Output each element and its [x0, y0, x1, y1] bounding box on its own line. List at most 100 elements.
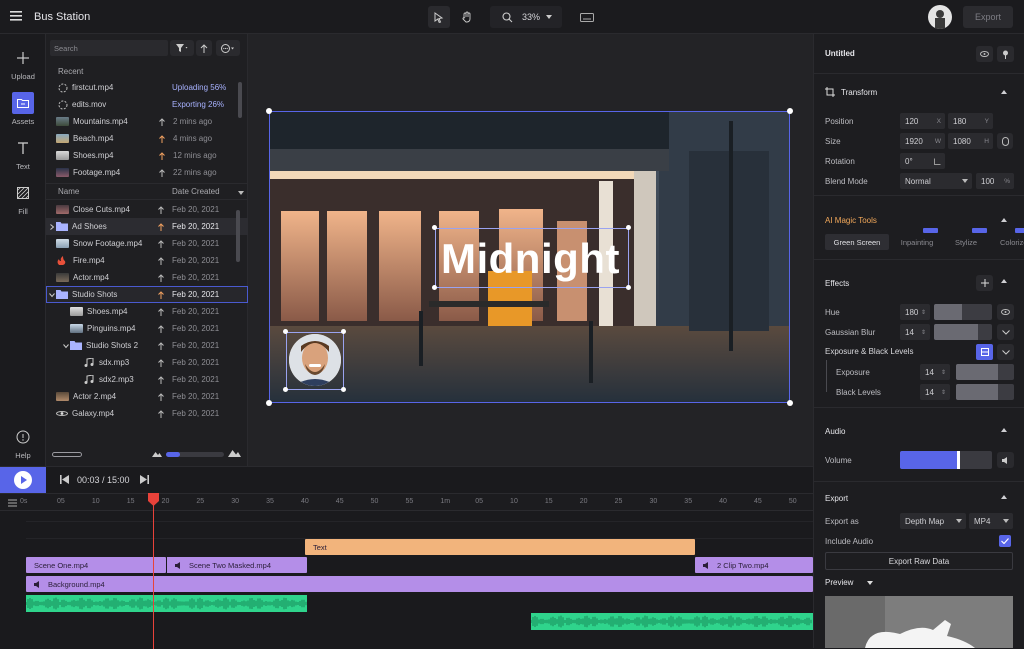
export-button[interactable]: Export [963, 6, 1013, 28]
rail-help[interactable]: Help [0, 426, 46, 460]
list-item[interactable]: Footage.mp4 22 mins ago [46, 164, 248, 181]
add-effect-button[interactable] [976, 275, 993, 291]
collapse-icon[interactable] [1001, 279, 1007, 283]
list-item[interactable]: firstcut.mp4 Uploading 56% [46, 79, 248, 96]
video-clip-scene-one[interactable]: Scene One.mp4 [26, 557, 166, 573]
resize-handle[interactable] [787, 400, 793, 406]
volume-handle[interactable] [956, 451, 960, 469]
file-row[interactable]: sdx2.mp3 Feb 20, 2021 [46, 371, 248, 388]
rotation-field[interactable]: 0° [900, 153, 945, 169]
zoom-control[interactable]: 33% [490, 6, 562, 28]
audio-waveform-clip[interactable] [531, 613, 813, 630]
blur-slider[interactable] [934, 324, 992, 340]
file-row[interactable]: Galaxy.mp4 Feb 20, 2021 [46, 405, 248, 422]
exposure-field[interactable]: 14 ⇕ [920, 364, 950, 380]
hand-tool-button[interactable] [456, 6, 478, 28]
rail-assets[interactable]: Assets [0, 92, 46, 126]
black-levels-slider[interactable] [956, 384, 1014, 400]
resize-handle[interactable] [266, 400, 272, 406]
exposure-toggle-button[interactable] [976, 344, 993, 360]
black-levels-field[interactable]: 14 ⇕ [920, 384, 950, 400]
ai-tool-colorize[interactable]: Colorize [994, 234, 1024, 250]
resize-handle[interactable] [283, 329, 288, 334]
lock-ratio-button[interactable] [997, 133, 1013, 149]
hue-visibility-button[interactable] [997, 304, 1014, 320]
file-row[interactable]: sdx.mp3 Feb 20, 2021 [46, 354, 248, 371]
size-w-field[interactable]: 1920 W [900, 133, 945, 149]
scrollbar[interactable] [236, 210, 240, 262]
keyboard-button[interactable] [575, 6, 599, 28]
hue-slider[interactable] [934, 304, 992, 320]
blur-field[interactable]: 14 ⇕ [900, 324, 930, 340]
include-audio-checkbox[interactable] [999, 535, 1011, 547]
col-date-header[interactable]: Date Created [172, 187, 220, 196]
collapse-icon[interactable] [1001, 428, 1007, 432]
more-options-button[interactable] [216, 40, 240, 56]
ai-tool-green-screen[interactable]: Green Screen [825, 234, 889, 250]
rail-upload[interactable]: Upload [0, 47, 46, 81]
resize-handle[interactable] [432, 285, 437, 290]
list-item[interactable]: Mountains.mp4 2 mins ago [46, 113, 248, 130]
search-input[interactable]: Search [50, 40, 168, 56]
collapse-icon[interactable] [1001, 90, 1007, 94]
resize-handle[interactable] [266, 108, 272, 114]
text-clip[interactable]: Text [305, 539, 695, 555]
visibility-button[interactable] [976, 46, 993, 62]
list-item[interactable]: Beach.mp4 4 mins ago [46, 130, 248, 147]
rail-text[interactable]: Text [0, 137, 46, 171]
settings-sliders-icon[interactable] [8, 499, 17, 507]
file-row[interactable]: Studio Shots Feb 20, 2021 [46, 286, 248, 303]
sort-button[interactable] [196, 40, 212, 56]
playhead-handle[interactable] [148, 493, 159, 506]
audio-waveform-clip[interactable] [26, 595, 307, 612]
blur-expand-button[interactable] [997, 324, 1014, 340]
chevron-down-icon[interactable] [49, 292, 55, 298]
ai-tool-inpainting[interactable]: Inpainting [894, 234, 940, 250]
skip-back-icon[interactable] [60, 475, 69, 484]
ai-tool-stylize[interactable]: Stylize [946, 234, 986, 250]
collapse-icon[interactable] [1001, 218, 1007, 222]
exposure-expand-button[interactable] [997, 344, 1014, 360]
resize-handle[interactable] [341, 387, 346, 392]
volume-slider[interactable] [900, 451, 992, 469]
list-item[interactable]: edits.mov Exporting 26% [46, 96, 248, 113]
small-image-icon[interactable] [152, 449, 162, 457]
background-clip[interactable]: Background.mp4 [26, 576, 813, 592]
file-row[interactable]: Actor 2.mp4 Feb 20, 2021 [46, 388, 248, 405]
play-button[interactable] [0, 467, 46, 493]
user-avatar[interactable] [928, 5, 952, 29]
chevron-down-icon[interactable] [867, 581, 873, 585]
file-row[interactable]: Ad Shoes Feb 20, 2021 [46, 218, 248, 235]
project-title[interactable]: Bus Station [34, 11, 90, 23]
file-row[interactable]: Actor.mp4 Feb 20, 2021 [46, 269, 248, 286]
file-row[interactable]: Close Cuts.mp4 Feb 20, 2021 [46, 201, 248, 218]
export-format-select[interactable]: Depth Map [900, 513, 966, 529]
horizontal-scrollbar[interactable] [52, 452, 82, 457]
face-cam-thumbnail[interactable] [289, 334, 341, 386]
file-row[interactable]: Studio Shots 2 Feb 20, 2021 [46, 337, 248, 354]
pin-button[interactable] [997, 46, 1014, 62]
export-container-select[interactable]: MP4 [969, 513, 1013, 529]
size-h-field[interactable]: 1080 H [948, 133, 993, 149]
video-clip-scene-two[interactable]: Scene Two Masked.mp4 [166, 557, 307, 573]
video-clip-two[interactable]: 2 Clip Two.mp4 [695, 557, 813, 573]
position-x-field[interactable]: 120 X [900, 113, 945, 129]
sort-chevron-icon[interactable] [238, 191, 244, 195]
file-row[interactable]: Fire.mp4 Feb 20, 2021 [46, 252, 248, 269]
file-row[interactable]: Snow Footage.mp4 Feb 20, 2021 [46, 235, 248, 252]
rail-fill[interactable]: Fill [0, 182, 46, 216]
export-raw-data-button[interactable]: Export Raw Data [825, 552, 1013, 570]
resize-handle[interactable] [787, 108, 793, 114]
chevron-down-icon[interactable] [63, 343, 69, 349]
col-name-header[interactable]: Name [58, 187, 79, 196]
hue-field[interactable]: 180 ⇕ [900, 304, 930, 320]
hamburger-menu-icon[interactable] [10, 11, 22, 21]
resize-handle[interactable] [626, 285, 631, 290]
filter-button[interactable] [170, 40, 194, 56]
list-item[interactable]: Shoes.mp4 12 mins ago [46, 147, 248, 164]
position-y-field[interactable]: 180 Y [948, 113, 993, 129]
resize-handle[interactable] [626, 225, 631, 230]
resize-handle[interactable] [283, 387, 288, 392]
chevron-right-icon[interactable] [49, 223, 55, 230]
select-tool-button[interactable] [428, 6, 450, 28]
